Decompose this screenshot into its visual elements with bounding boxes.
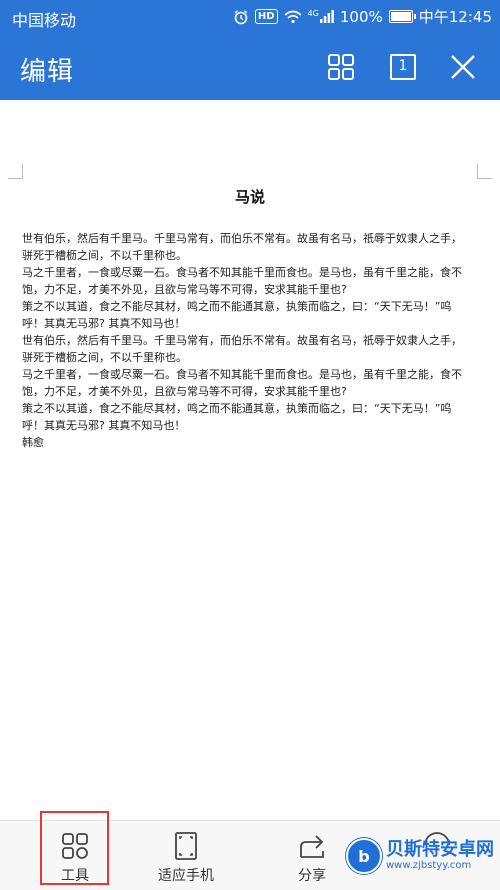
- document-line: 世有伯乐，然后有千里马。千里马常有，而伯乐不常有。故虽有名马，祇辱于奴隶人之手，: [22, 334, 462, 347]
- document-line: 呼！其真无马邪? 其真不知马也！: [22, 419, 186, 432]
- status-icons: HD 4G 100% 中午12:45: [233, 6, 492, 27]
- battery-percent: 100%: [339, 7, 383, 26]
- document-line: 马之千里者，一食或尽粟一石。食马者不知其能千里而食也。是马也，虽有千里之能，食不: [22, 368, 462, 381]
- document-title: 马说: [234, 188, 265, 206]
- battery-icon: [388, 10, 416, 23]
- document-body[interactable]: 世有伯乐，然后有千里马。千里马常有，而伯乐不常有。故虽有名马，祇辱于奴隶人之手，…: [22, 230, 480, 451]
- clock: 中午12:45: [418, 8, 492, 26]
- carrier-name: 中国移动: [12, 11, 77, 30]
- page-margin-mark-left: [8, 164, 23, 179]
- watermark-name: 贝斯特安卓网: [386, 839, 494, 860]
- fit-phone-label: 适应手机: [158, 868, 214, 884]
- page-title: 编辑: [20, 57, 75, 87]
- alarm-icon: [234, 9, 248, 24]
- grid-icon[interactable]: [326, 52, 356, 82]
- network-type: 4G: [307, 9, 319, 18]
- watermark-url: www.zjbstyy.com: [386, 860, 472, 871]
- document-line: 饱，力不足，才美不外见，且欲与常马等不可得，安求其能千里也?: [22, 385, 347, 398]
- document-line: 策之不以其道，食之不能尽其材，鸣之而不能通其意，执策而临之，曰：“天下无马！”呜: [22, 402, 452, 415]
- document-line: 呼！其真无马邪? 其真不知马也！: [22, 317, 186, 330]
- document-author: 韩愈: [22, 436, 44, 449]
- hd-badge: HD: [254, 9, 278, 24]
- document-line: 马之千里者，一食或尽粟一石。食马者不知其能千里而食也。是马也，虽有千里之能，食不: [22, 266, 462, 279]
- fit-phone-button[interactable]: 适应手机: [131, 821, 241, 890]
- close-icon[interactable]: [448, 52, 478, 82]
- document-line: 饱，力不足，才美不外见，且欲与常马等不可得，安求其能千里也?: [22, 283, 347, 296]
- signal-icon: 4G: [308, 10, 334, 23]
- watermark-logo: b: [346, 838, 382, 874]
- app-bar: 编辑 1: [0, 34, 500, 100]
- tools-highlight-box: [40, 811, 109, 885]
- watermark-text: 贝斯特安卓网 www.zjbstyy.com: [386, 840, 494, 872]
- document-line: 策之不以其道，食之不能尽其材，鸣之而不能通其意，执策而临之，曰：“天下无马！”呜: [22, 300, 452, 313]
- page-count: 1: [398, 58, 408, 74]
- wifi-icon: [284, 10, 302, 23]
- document-page[interactable]: 马说 世有伯乐，然后有千里马。千里马常有，而伯乐不常有。故虽有名马，祇辱于奴隶人…: [0, 100, 500, 820]
- document-line: 骈死于槽枥之间，不以千里称也。: [22, 249, 187, 262]
- page-count-button[interactable]: 1: [388, 52, 418, 82]
- fit-phone-icon: [175, 832, 197, 860]
- document-line: 骈死于槽枥之间，不以千里称也。: [22, 351, 187, 364]
- page-margin-mark-right: [477, 164, 492, 179]
- share-icon: [300, 835, 324, 858]
- document-line: 世有伯乐，然后有千里马。千里马常有，而伯乐不常有。故虽有名马，祇辱于奴隶人之手，: [22, 232, 462, 245]
- battery-level: [390, 12, 411, 21]
- watermark: b 贝斯特安卓网 www.zjbstyy.com: [346, 838, 494, 874]
- status-bar: 中国移动 HD 4G 100% 中午12:45: [0, 0, 500, 34]
